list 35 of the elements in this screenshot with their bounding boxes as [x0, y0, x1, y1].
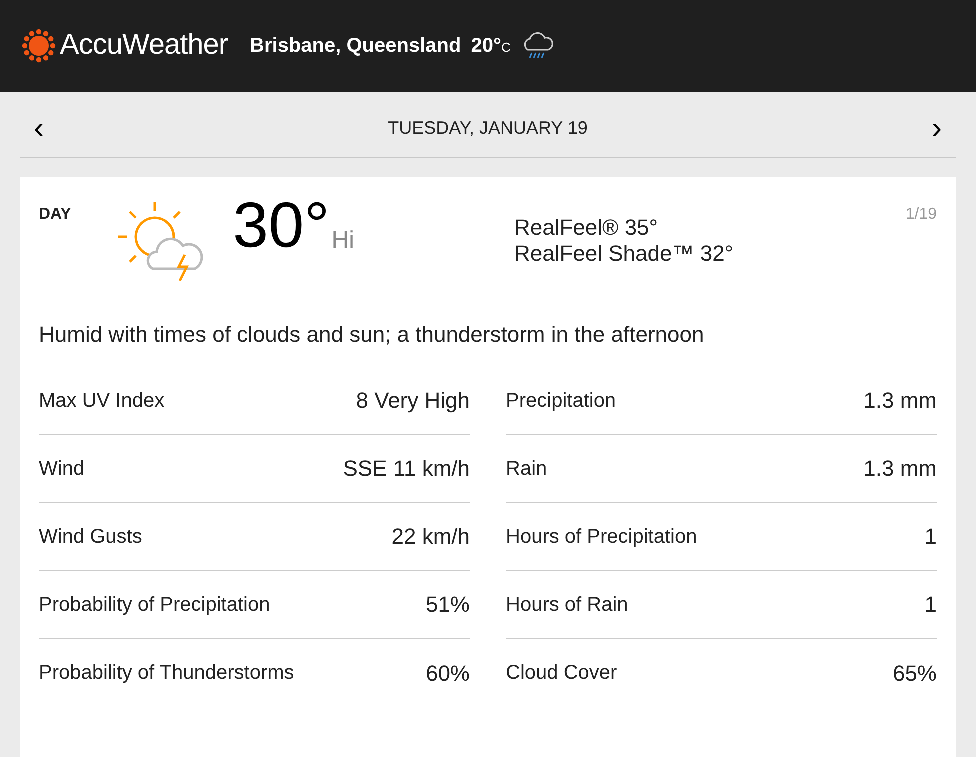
realfeel-text: RealFeel® 35°: [514, 215, 660, 241]
detail-label: Wind: [39, 456, 85, 482]
detail-value: 51%: [426, 591, 470, 619]
detail-label: Hours of Rain: [506, 592, 628, 618]
detail-value: 1.3 mm: [864, 455, 937, 483]
detail-label: Hours of Precipitation: [506, 524, 698, 550]
detail-value: 1: [924, 591, 937, 619]
detail-value: SSE 11 km/h: [343, 455, 470, 483]
card-date: 1/19: [906, 205, 937, 225]
detail-label: Max UV Index: [39, 388, 165, 414]
detail-value: 1: [924, 523, 937, 551]
sun-logo-icon: [22, 29, 56, 63]
detail-label: Wind Gusts: [39, 524, 142, 550]
next-day-button[interactable]: ›: [932, 114, 942, 144]
detail-label: Probability of Thunderstorms: [39, 661, 294, 686]
current-temperature: 20°: [471, 34, 502, 59]
previous-day-button[interactable]: ‹: [34, 114, 44, 144]
detail-label: Cloud Cover: [506, 661, 618, 686]
detail-label: Precipitation: [506, 388, 616, 414]
detail-value: 1.3 mm: [864, 387, 937, 415]
high-temperature: 30°: [233, 193, 330, 257]
brand-logo[interactable]: AccuWeather: [60, 24, 228, 68]
date-heading: TUESDAY, JANUARY 19: [388, 117, 588, 140]
high-label: Hi: [332, 226, 354, 256]
detail-value: 8 Very High: [356, 387, 470, 415]
period-label: DAY: [39, 205, 72, 225]
temperature-unit: C: [501, 39, 511, 57]
detail-value: 60%: [426, 660, 470, 688]
detail-value: 22 km/h: [392, 523, 470, 551]
detail-value: 65%: [892, 660, 937, 688]
forecast-phrase: Humid with times of clouds and sun; a thunderstorm in the afternoon: [39, 321, 706, 349]
detail-label: Probability of Precipitation: [39, 592, 270, 618]
location-name[interactable]: Brisbane, Queensland: [250, 31, 462, 61]
realfeel-shade-text: RealFeel Shade™ 32°: [514, 241, 734, 267]
detail-label: Rain: [506, 456, 548, 482]
